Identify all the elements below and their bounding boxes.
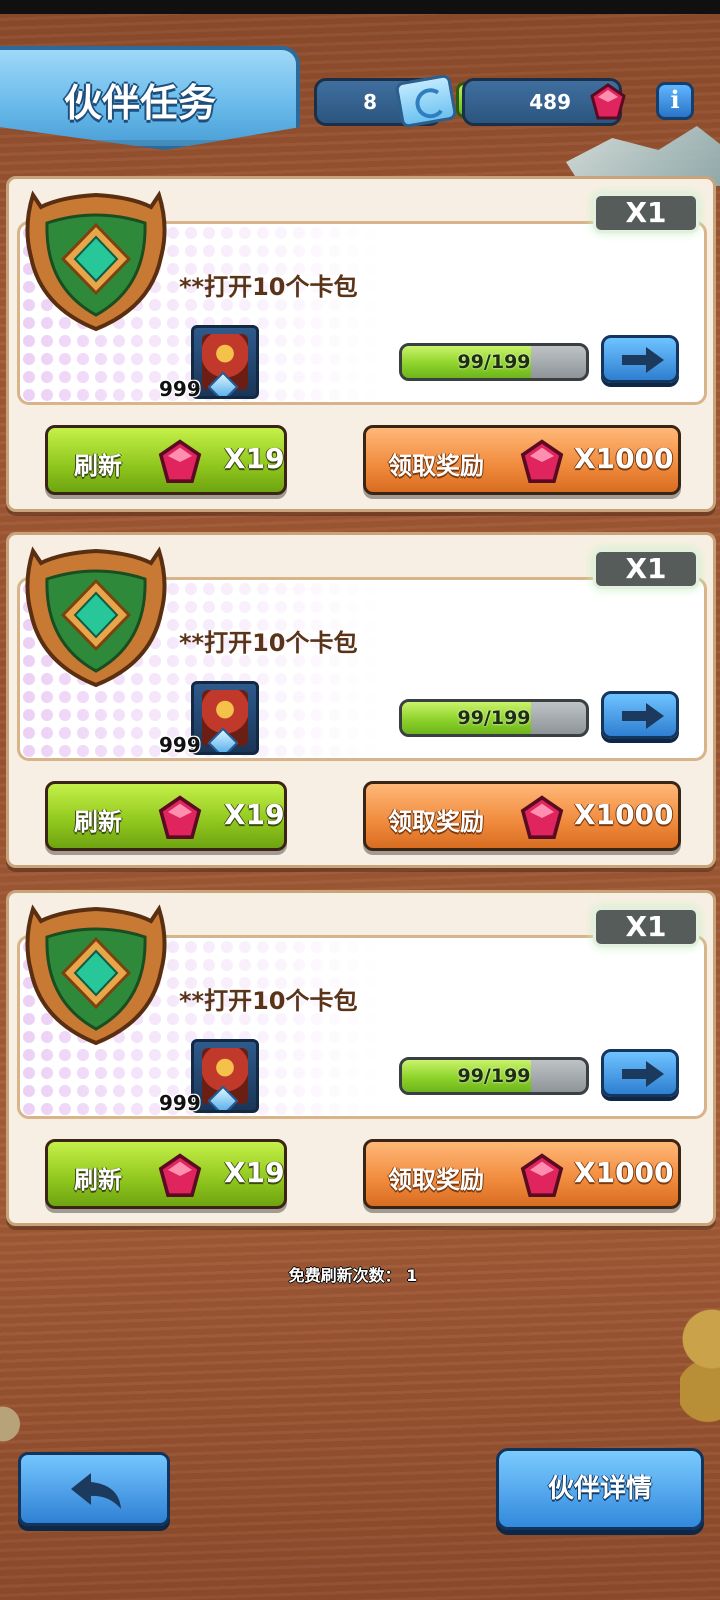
- claim-label: 领取奖励: [388, 808, 484, 836]
- gem-icon: [158, 1153, 202, 1197]
- task-title: **打开10个卡包: [179, 273, 358, 301]
- gem-icon: [520, 1153, 564, 1197]
- refresh-cost: X19: [224, 798, 285, 831]
- refresh-button[interactable]: 刷新 X19: [45, 1139, 287, 1209]
- reward-card-item[interactable]: [191, 1039, 259, 1113]
- claim-reward-button[interactable]: 领取奖励 X1000: [363, 781, 681, 851]
- reward-card-item[interactable]: [191, 681, 259, 755]
- task-card: X1 **打开10个卡包 999 99/199 刷新 X19 领取奖励 X100…: [6, 532, 716, 868]
- back-arrow-icon: [71, 1473, 121, 1509]
- gem-icon: [520, 795, 564, 839]
- status-bar: [0, 0, 720, 14]
- refresh-button[interactable]: 刷新 X19: [45, 425, 287, 495]
- task-card: X1 **打开10个卡包 999 99/199 刷新 X19 领取奖励 X100…: [6, 890, 716, 1226]
- claim-label: 领取奖励: [388, 1166, 484, 1194]
- progress-text: 99/199: [457, 707, 531, 729]
- task-title: **打开10个卡包: [179, 987, 358, 1015]
- info-icon[interactable]: i: [656, 82, 694, 120]
- reward-card-item[interactable]: [191, 325, 259, 399]
- gem-icon: [520, 439, 564, 483]
- claim-amount: X1000: [574, 798, 674, 831]
- decorative-stone: [0, 1400, 26, 1460]
- emerald-badge-icon: [25, 904, 167, 1046]
- task-progress-bar: 99/199: [399, 1057, 589, 1095]
- go-to-task-button[interactable]: [601, 335, 679, 383]
- task-count-tag: X1: [593, 193, 699, 233]
- emerald-badge-icon: [25, 190, 167, 332]
- ticket-count: 8: [363, 90, 377, 114]
- free-refresh-count: 免费刷新次数： 1: [288, 1266, 418, 1285]
- claim-label: 领取奖励: [388, 452, 484, 480]
- task-card: X1 **打开10个卡包 999 99/199 刷新 X19 领取奖励 X100…: [6, 176, 716, 512]
- gem-icon: [158, 439, 202, 483]
- decorative-coins: [680, 1300, 720, 1430]
- gem-icon: [590, 83, 626, 120]
- reward-count: 999: [159, 377, 201, 401]
- arrow-right-icon: [622, 1061, 664, 1087]
- claim-amount: X1000: [574, 442, 674, 475]
- refresh-label: 刷新: [74, 808, 122, 836]
- progress-text: 99/199: [457, 351, 531, 373]
- task-count-tag: X1: [593, 549, 699, 589]
- progress-text: 99/199: [457, 1065, 531, 1087]
- arrow-right-icon: [622, 703, 664, 729]
- emerald-badge-icon: [25, 546, 167, 688]
- ticket-icon: [394, 73, 458, 129]
- task-title: **打开10个卡包: [179, 629, 358, 657]
- task-progress-bar: 99/199: [399, 343, 589, 381]
- gem-count: 489: [529, 90, 571, 114]
- gem-icon: [158, 795, 202, 839]
- task-count-tag: X1: [593, 907, 699, 947]
- back-button[interactable]: [18, 1452, 170, 1526]
- claim-reward-button[interactable]: 领取奖励 X1000: [363, 425, 681, 495]
- claim-reward-button[interactable]: 领取奖励 X1000: [363, 1139, 681, 1209]
- refresh-label: 刷新: [74, 452, 122, 480]
- refresh-button[interactable]: 刷新 X19: [45, 781, 287, 851]
- reward-count: 999: [159, 733, 201, 757]
- reward-count: 999: [159, 1091, 201, 1115]
- refresh-label: 刷新: [74, 1166, 122, 1194]
- go-to-task-button[interactable]: [601, 691, 679, 739]
- page-title: 伙伴任务: [64, 81, 217, 125]
- refresh-cost: X19: [224, 442, 285, 475]
- task-progress-bar: 99/199: [399, 699, 589, 737]
- partner-details-button[interactable]: 伙伴详情: [496, 1448, 704, 1530]
- arrow-right-icon: [622, 347, 664, 373]
- go-to-task-button[interactable]: [601, 1049, 679, 1097]
- refresh-cost: X19: [224, 1156, 285, 1189]
- claim-amount: X1000: [574, 1156, 674, 1189]
